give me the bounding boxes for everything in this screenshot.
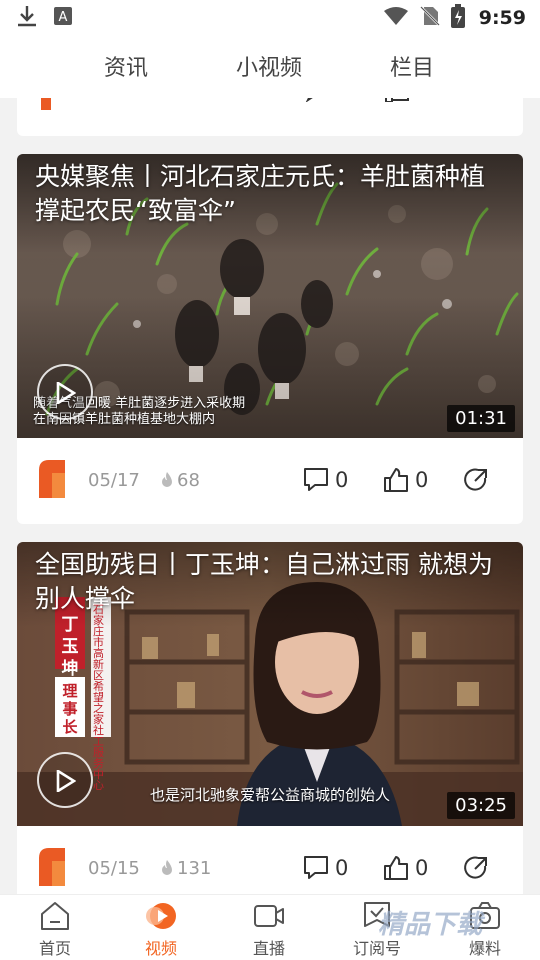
video-icon [146,903,176,929]
battery-charging-icon [450,4,465,32]
comment-icon [304,856,328,879]
play-button[interactable] [37,752,93,808]
video-duration: 03:25 [447,792,515,819]
publish-date: 05/15 [88,857,140,879]
play-icon [56,382,76,404]
tab-short-video[interactable]: 小视频 [236,50,302,82]
card-meta-bar: 05/15 131 0 0 [17,826,523,894]
home-icon [41,902,69,930]
source-logo-icon [37,846,67,890]
role-char: 事 [62,700,78,718]
publish-date: 05/17 [88,469,140,491]
share-icon [464,468,487,491]
like-button[interactable]: 0 [383,467,428,493]
heat-value: 68 [177,469,200,491]
tab-news[interactable]: 资讯 [104,50,148,82]
comment-count: 0 [335,856,349,880]
share-button[interactable] [463,855,489,881]
like-icon [384,468,408,492]
heat-count: 68 [160,470,200,491]
video-thumbnail[interactable]: 央媒聚焦丨河北石家庄元氏：羊肚菌种植撑起农民“致富伞” 随着气温回暖 羊肚菌逐步… [17,154,523,438]
comment-button[interactable]: 0 [303,855,348,881]
heat-value: 131 [177,857,212,879]
comment-icon [304,468,328,491]
like-count: 0 [415,856,429,880]
comment-button[interactable]: 0 [303,467,348,493]
flame-icon [162,860,172,875]
video-feed[interactable]: 央媒聚焦丨河北石家庄元氏：羊肚菌种植撑起农民“致富伞” 随着气温回暖 羊肚菌逐步… [0,98,540,894]
tab-columns[interactable]: 栏目 [390,50,434,82]
nav-live-label: 直播 [252,939,285,958]
source-logo-icon [39,98,65,110]
like-icon[interactable] [385,98,411,106]
nav-home[interactable]: 首页 [10,895,100,960]
notification-a-icon: A [54,7,72,29]
like-count: 0 [415,468,429,492]
live-camera-icon [254,905,284,927]
previous-card[interactable] [17,98,523,136]
top-tab-bar: 资讯 小视频 栏目 [0,36,540,98]
nav-live[interactable]: 直播 [224,895,314,960]
share-button[interactable] [463,467,489,493]
card-meta-bar: 05/17 68 0 0 [17,438,523,522]
download-icon [16,4,38,32]
comment-count: 0 [335,468,349,492]
nav-video[interactable]: 视频 [116,895,206,960]
name-char: 丁 [61,615,79,635]
watermark: 精品下载 [378,910,483,940]
video-card[interactable]: 全国助残日丨丁玉坤：自己淋过雨 就想为别人撑伞 丁 玉 坤 理 事 长 石家庄市… [17,542,523,894]
no-sim-icon [419,5,441,31]
video-title: 央媒聚焦丨河北石家庄元氏：羊肚菌种植撑起农民“致富伞” [35,162,486,225]
play-icon [56,770,76,792]
clock: 9:59 [478,7,526,29]
share-icon [464,856,487,879]
screen: A 9:59 资讯 小视频 栏目 央媒聚焦丨河北石家庄元氏：羊肚菌种植撑起农民“… [0,0,540,960]
wifi-icon [383,6,409,30]
comment-icon[interactable] [303,98,329,106]
play-button[interactable] [37,364,93,420]
svg-text:A: A [59,10,68,25]
share-icon[interactable] [465,98,491,102]
nav-video-label: 视频 [144,939,177,958]
org-tag: 石家庄市高新区希望之家社工服务中心 [93,603,104,792]
heat-count: 131 [160,858,211,879]
status-bar: A 9:59 [0,0,540,36]
like-button[interactable]: 0 [383,855,428,881]
video-thumbnail[interactable]: 全国助残日丨丁玉坤：自己淋过雨 就想为别人撑伞 丁 玉 坤 理 事 长 石家庄市… [17,542,523,826]
role-char: 理 [62,682,78,700]
flame-icon [162,472,172,487]
nav-home-label: 首页 [38,939,71,958]
like-icon [384,856,408,880]
source-logo-icon [37,458,67,502]
name-tag: 丁 玉 坤 [55,614,85,680]
role-char: 长 [62,718,78,736]
name-char: 坤 [61,659,79,679]
name-char: 玉 [61,637,79,657]
video-duration: 01:31 [447,405,515,432]
role-tag: 理 事 长 [55,682,85,736]
video-card[interactable]: 央媒聚焦丨河北石家庄元氏：羊肚菌种植撑起农民“致富伞” 随着气温回暖 羊肚菌逐步… [17,154,523,524]
